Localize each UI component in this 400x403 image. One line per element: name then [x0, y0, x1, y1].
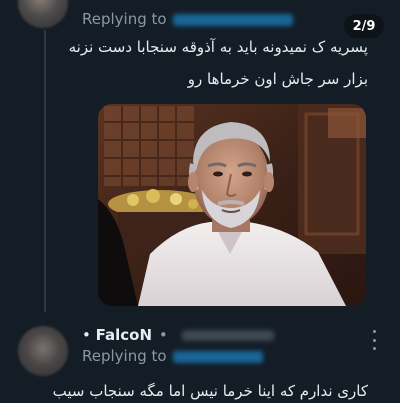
replying-to-line: Replying to: [82, 347, 263, 365]
blurred-handle: [182, 330, 275, 341]
man-portrait-photo: [98, 104, 366, 306]
blurred-mention-link[interactable]: [172, 350, 263, 363]
tweet-header: • FalcoN •: [82, 326, 275, 344]
tweet-text-line: کاری ندارم که اینا خرما نیس اما مگه سنجا…: [52, 382, 368, 400]
more-vertical-icon[interactable]: [368, 330, 380, 350]
replying-to-label: Replying to: [82, 10, 167, 28]
header-bullet: •: [82, 326, 91, 344]
avatar[interactable]: [18, 326, 68, 376]
tweet-media-image[interactable]: [98, 104, 366, 306]
tweet-text-line: پسریه ک نمیدونه باید به آذوقه سنجابا دست…: [68, 38, 368, 56]
blurred-mention-link[interactable]: [172, 13, 293, 26]
media-counter-badge: 2/9: [344, 14, 384, 38]
tweet-text-line: بزار سر جاش اون خرماها رو: [187, 70, 368, 88]
avatar[interactable]: [18, 0, 68, 28]
replying-to-line: Replying to: [82, 10, 293, 28]
replying-to-label: Replying to: [82, 347, 167, 365]
thread-connector-line: [44, 30, 46, 312]
author-name[interactable]: FalcoN: [96, 326, 152, 344]
header-separator: •: [158, 326, 168, 344]
